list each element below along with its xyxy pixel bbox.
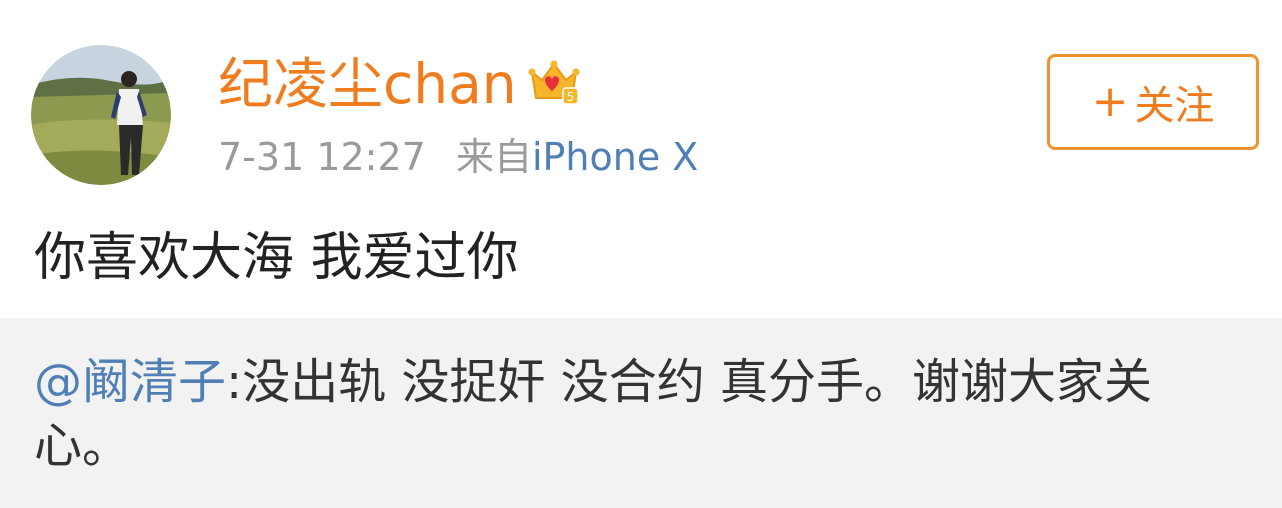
weibo-post: 纪凌尘chan 5 7-31 12:27 来自iPhone X + 关注 你喜欢… — [0, 0, 1282, 508]
user-avatar-photo — [31, 45, 171, 185]
source-device[interactable]: iPhone X — [532, 135, 698, 179]
post-text: 你喜欢大海 我爱过你 — [34, 228, 519, 288]
vip-crown-icon[interactable]: 5 — [528, 58, 580, 108]
repost-text: @阚清子:没出轨 没捉奸 没合约 真分手。谢谢大家关心。 — [34, 350, 1244, 478]
timestamp: 7-31 12:27 — [218, 135, 426, 179]
username[interactable]: 纪凌尘chan — [218, 52, 517, 116]
follow-label: 关注 — [1134, 83, 1215, 129]
post-header: 纪凌尘chan 5 7-31 12:27 来自iPhone X + 关注 — [0, 0, 1282, 205]
repost-mention[interactable]: @阚清子 — [34, 354, 226, 410]
vip-level: 5 — [567, 90, 575, 104]
post-meta: 7-31 12:27 来自iPhone X — [218, 133, 698, 181]
plus-icon: + — [1091, 76, 1129, 127]
avatar[interactable] — [31, 45, 171, 185]
source-prefix: 来自 — [455, 135, 532, 179]
repost-block[interactable]: @阚清子:没出轨 没捉奸 没合约 真分手。谢谢大家关心。 — [0, 318, 1282, 508]
follow-button[interactable]: + 关注 — [1047, 54, 1259, 150]
